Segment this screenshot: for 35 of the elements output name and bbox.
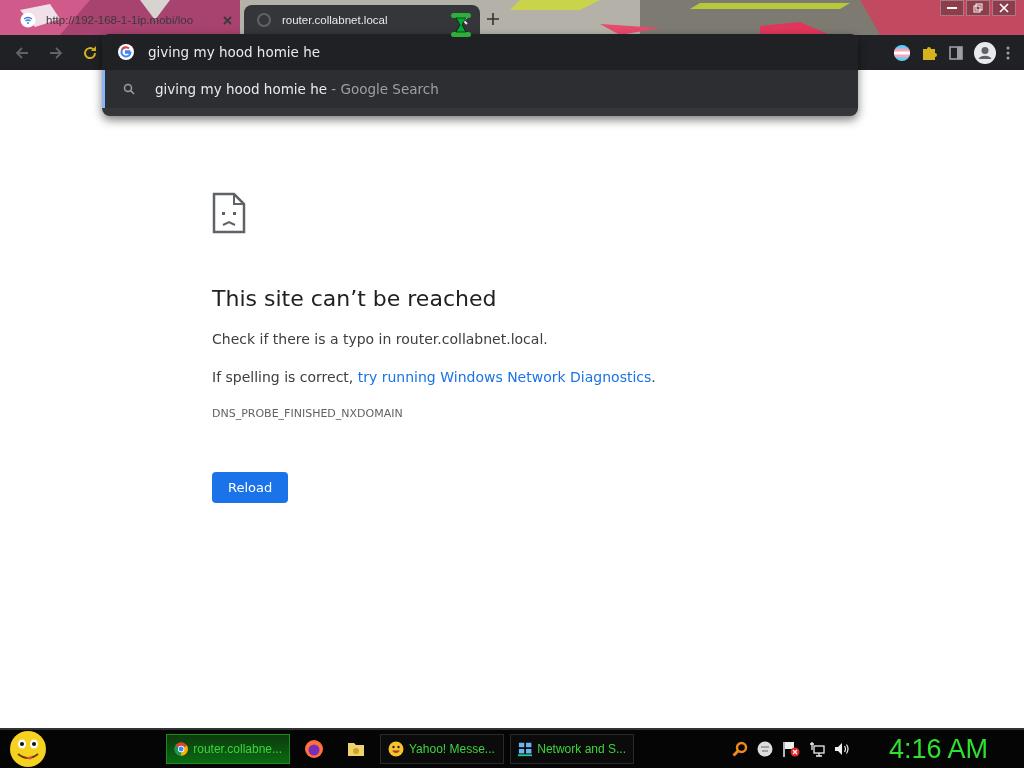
close-icon[interactable] <box>992 0 1016 16</box>
speaker-icon[interactable] <box>833 741 850 757</box>
search-icon <box>123 83 135 95</box>
avatar-icon[interactable] <box>974 41 996 64</box>
error-heading: This site can’t be reached <box>212 286 497 311</box>
sidebar-icon[interactable] <box>948 44 964 61</box>
wifi-icon <box>20 12 36 28</box>
search-icon[interactable] <box>731 741 748 757</box>
suggestion-item[interactable]: giving my hood homie he - Google Search <box>102 70 858 108</box>
chrome-icon <box>174 741 189 757</box>
taskbar-button[interactable]: Yahoo! Messe... <box>380 734 504 764</box>
flag-icon[interactable] <box>894 44 910 61</box>
browser-tab[interactable]: router.collabnet.local <box>244 5 480 35</box>
network-icon <box>518 741 533 757</box>
tab-title: router.collabnet.local <box>282 14 389 26</box>
reload-button[interactable]: Reload <box>212 472 289 503</box>
loading-spinner-icon <box>256 12 272 28</box>
sad-page-icon <box>212 192 246 234</box>
google-icon <box>118 44 134 60</box>
suggestion-text: giving my hood homie he - Google Search <box>155 81 439 97</box>
flag-error-icon[interactable] <box>781 741 800 757</box>
error-message: Check if there is a typo in router.collabnet.local. <box>212 331 548 347</box>
menu-icon[interactable] <box>1006 44 1010 61</box>
busy-cursor-icon <box>450 12 472 38</box>
error-code: DNS_PROBE_FINISHED_NXDOMAIN <box>212 407 403 420</box>
diagnostics-link[interactable]: try running Windows Network Diagnostics <box>357 369 652 385</box>
minimize-icon[interactable] <box>940 0 964 16</box>
error-hint: If spelling is correct, try running Windows Network Diagnostics. <box>212 369 656 385</box>
clock: 4:16 AM <box>888 733 988 765</box>
restore-icon[interactable] <box>966 0 990 16</box>
taskbar-button[interactable]: Network and S... <box>510 734 634 764</box>
start-smiley-icon[interactable] <box>8 730 48 768</box>
network-monitor-icon[interactable] <box>808 741 825 757</box>
taskbar-button[interactable]: router.collabne... <box>166 734 290 764</box>
address-field[interactable]: giving my hood homie he <box>148 44 438 60</box>
